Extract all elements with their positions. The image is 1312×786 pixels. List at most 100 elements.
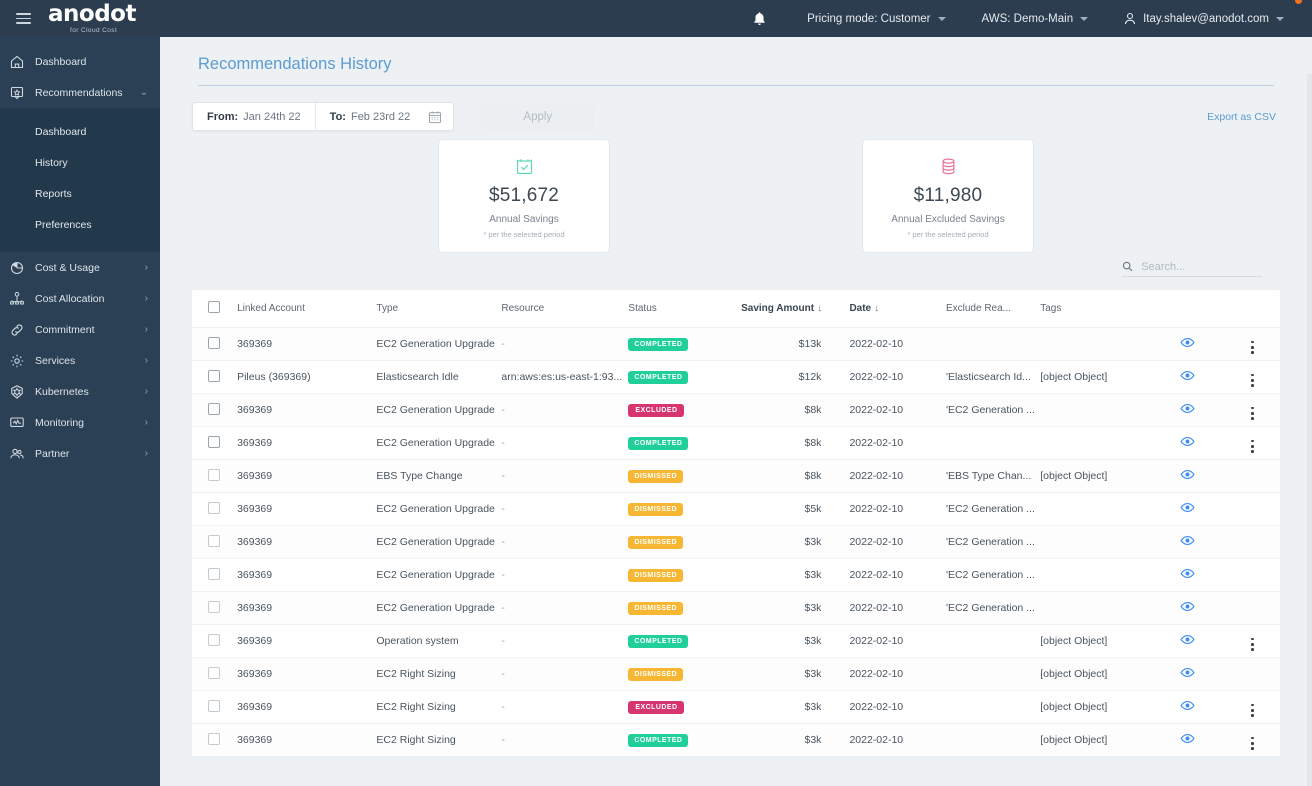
cell-actions[interactable] — [1224, 327, 1280, 361]
eye-icon[interactable] — [1180, 665, 1195, 680]
sidebar-item-services[interactable]: Services › — [0, 345, 160, 376]
sidebar-item-dashboard[interactable]: Dashboard — [0, 46, 160, 77]
select-all-checkbox[interactable] — [208, 301, 220, 313]
th-type[interactable]: Type — [376, 290, 502, 328]
table-row[interactable]: Pileus (369369) Elasticsearch Idle arn:aws… — [192, 360, 1280, 394]
table-row[interactable]: 369369 EC2 Generation Upgrade - COMPLETED $1… — [192, 327, 1280, 361]
sidebar-item-monitoring[interactable]: Monitoring › — [0, 407, 160, 438]
table-row[interactable]: 369369 EC2 Generation Upgrade - DISMISSED $3… — [192, 558, 1280, 592]
table-row[interactable]: 369369 Operation system - COMPLETED $3k 2022-… — [192, 624, 1280, 658]
table-row[interactable]: 369369 EC2 Generation Upgrade - DISMISSED $5… — [192, 492, 1280, 526]
cell-actions[interactable] — [1224, 558, 1280, 592]
th-saving-amount[interactable]: Saving Amount ↓ — [741, 290, 840, 328]
cell-actions[interactable] — [1224, 360, 1280, 394]
table-row[interactable]: 369369 EC2 Generation Upgrade - DISMISSED $3… — [192, 591, 1280, 625]
th-select-all[interactable] — [192, 290, 238, 328]
bell-icon[interactable] — [730, 11, 789, 27]
cell-view[interactable] — [1150, 624, 1225, 658]
cell-actions[interactable] — [1224, 393, 1280, 427]
date-from-field[interactable]: From: Jan 24th 22 — [193, 103, 315, 130]
cell-view[interactable] — [1150, 492, 1225, 526]
row-checkbox[interactable] — [208, 699, 220, 712]
sidebar-item-cost-allocation[interactable]: Cost Allocation › — [0, 283, 160, 314]
search-input[interactable] — [1141, 260, 1262, 273]
cell-view[interactable] — [1150, 360, 1225, 394]
date-to-field[interactable]: To: Feb 23rd 22 — [316, 103, 425, 130]
hamburger-icon[interactable] — [0, 13, 46, 24]
row-checkbox[interactable] — [208, 666, 220, 679]
th-date[interactable]: Date ↓ — [839, 290, 946, 328]
cell-actions[interactable] — [1224, 624, 1280, 658]
calendar-icon[interactable] — [424, 110, 453, 124]
row-select-cell[interactable] — [192, 525, 238, 559]
row-checkbox[interactable] — [208, 567, 220, 580]
kebab-menu-icon[interactable] — [1251, 439, 1254, 453]
row-select-cell[interactable] — [192, 624, 238, 658]
row-select-cell[interactable] — [192, 426, 238, 460]
row-select-cell[interactable] — [192, 393, 238, 427]
eye-icon[interactable] — [1180, 401, 1195, 416]
sidebar-item-cost-usage[interactable]: Cost & Usage › — [0, 252, 160, 283]
search-box[interactable] — [1122, 260, 1262, 277]
row-select-cell[interactable] — [192, 558, 238, 592]
row-select-cell[interactable] — [192, 492, 238, 526]
row-checkbox[interactable] — [208, 600, 220, 613]
eye-icon[interactable] — [1180, 533, 1195, 548]
table-row[interactable]: 369369 EC2 Right Sizing - EXCLUDED $3k 2022-0… — [192, 690, 1280, 724]
cell-actions[interactable] — [1224, 690, 1280, 724]
cell-view[interactable] — [1150, 327, 1225, 361]
export-csv-link[interactable]: Export as CSV — [1207, 111, 1280, 123]
th-status[interactable]: Status — [628, 290, 742, 328]
account-selector[interactable]: AWS: Demo-Main — [964, 13, 1107, 25]
row-select-cell[interactable] — [192, 657, 238, 691]
cell-view[interactable] — [1150, 558, 1225, 592]
cell-view[interactable] — [1150, 690, 1225, 724]
row-checkbox[interactable] — [208, 501, 220, 514]
th-exclude-reason[interactable]: Exclude Rea... — [945, 290, 1041, 328]
sidebar-item-partner[interactable]: Partner › — [0, 438, 160, 469]
cell-actions[interactable] — [1224, 459, 1280, 493]
row-checkbox[interactable] — [208, 435, 220, 448]
table-row[interactable]: 369369 EC2 Generation Upgrade - DISMISSED $3… — [192, 525, 1280, 559]
eye-icon[interactable] — [1180, 500, 1195, 515]
brand-logo[interactable]: anodot for Cloud Cost — [46, 0, 1302, 34]
cell-view[interactable] — [1150, 393, 1225, 427]
row-select-cell[interactable] — [192, 360, 238, 394]
eye-icon[interactable] — [1180, 566, 1195, 581]
row-select-cell[interactable] — [192, 327, 238, 361]
sidebar-item-recommendations[interactable]: Recommendations ⌄ — [0, 77, 160, 108]
row-select-cell[interactable] — [192, 723, 238, 757]
eye-icon[interactable] — [1180, 434, 1195, 449]
th-tags[interactable]: Tags — [1040, 290, 1151, 328]
cell-view[interactable] — [1150, 525, 1225, 559]
apply-button[interactable]: Apply — [481, 103, 595, 130]
table-row[interactable]: 369369 EC2 Generation Upgrade - COMPLETED $8… — [192, 426, 1280, 460]
cell-view[interactable] — [1150, 657, 1225, 691]
row-checkbox[interactable] — [208, 534, 220, 547]
cell-actions[interactable] — [1224, 492, 1280, 526]
eye-icon[interactable] — [1180, 698, 1195, 713]
table-row[interactable]: 369369 EBS Type Change - DISMISSED $8k 2022-0… — [192, 459, 1280, 493]
kebab-menu-icon[interactable] — [1251, 637, 1254, 651]
sidebar-subitem-preferences[interactable]: Preferences — [0, 209, 160, 240]
sidebar-item-kubernetes[interactable]: Kubernetes › — [0, 376, 160, 407]
kebab-menu-icon[interactable] — [1251, 406, 1254, 420]
row-checkbox[interactable] — [208, 336, 220, 349]
eye-icon[interactable] — [1180, 467, 1195, 482]
kebab-menu-icon[interactable] — [1251, 340, 1254, 354]
cell-actions[interactable] — [1224, 657, 1280, 691]
cell-view[interactable] — [1150, 723, 1225, 757]
cell-view[interactable] — [1150, 591, 1225, 625]
th-linked-account[interactable]: Linked Account — [237, 290, 377, 328]
user-menu[interactable]: Itay.shalev@anodot.com — [1106, 12, 1302, 25]
row-checkbox[interactable] — [208, 369, 220, 382]
th-resource[interactable]: Resource — [501, 290, 629, 328]
sidebar-item-commitment[interactable]: Commitment › — [0, 314, 160, 345]
kebab-menu-icon[interactable] — [1251, 373, 1254, 387]
row-checkbox[interactable] — [208, 468, 220, 481]
row-select-cell[interactable] — [192, 459, 238, 493]
table-row[interactable]: 369369 EC2 Right Sizing - COMPLETED $3k 2022-… — [192, 723, 1280, 757]
cell-actions[interactable] — [1224, 426, 1280, 460]
table-row[interactable]: 369369 EC2 Generation Upgrade - EXCLUDED $8k… — [192, 393, 1280, 427]
eye-icon[interactable] — [1180, 731, 1195, 746]
